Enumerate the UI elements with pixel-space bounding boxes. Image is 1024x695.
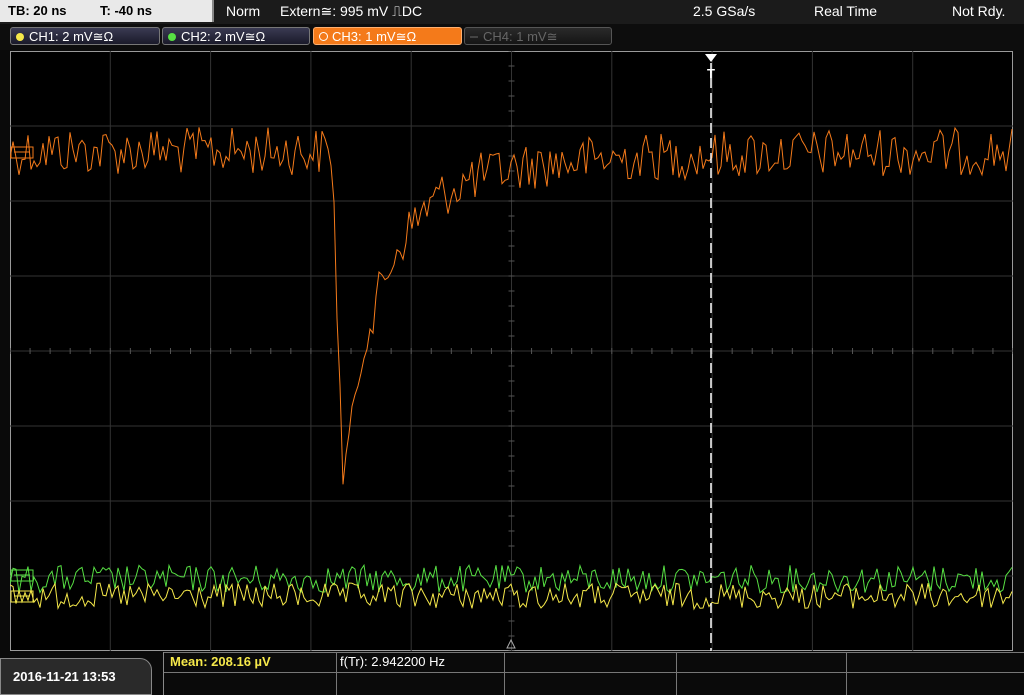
waveform-plot[interactable]: T [10, 51, 1013, 651]
ch4-label: CH4: 1 mV≅ [483, 29, 558, 44]
timebase-label: TB: 20 ns [8, 3, 67, 18]
channel-bar: CH1: 2 mV≅Ω CH2: 2 mV≅Ω CH3: 1 mV≅Ω CH4:… [0, 24, 1024, 50]
ch1-tab[interactable]: CH1: 2 mV≅Ω [10, 27, 160, 45]
ch2-dot-icon [168, 33, 176, 41]
datetime-box: 2016-11-21 13:53 [0, 658, 152, 695]
meas-divider [164, 672, 1024, 673]
meas-divider [336, 652, 337, 695]
ch1-label: CH1: 2 mV≅Ω [29, 29, 114, 44]
ch3-dot-icon [319, 32, 328, 41]
meas-divider [164, 652, 1024, 653]
meas-divider [676, 652, 677, 695]
meas-mean: Mean: 208.16 µV [170, 654, 271, 669]
ch2-label: CH2: 2 mV≅Ω [181, 29, 266, 44]
trigger-time-label: T: -40 ns [100, 3, 153, 18]
ch3-label: CH3: 1 mV≅Ω [332, 29, 417, 44]
timebase-box[interactable]: TB: 20 ns T: -40 ns [0, 0, 214, 22]
ch4-tab[interactable]: CH4: 1 mV≅ [464, 27, 612, 45]
trigger-source[interactable]: Extern≅: 995 mV ⎍DC [280, 0, 422, 22]
ch1-dot-icon [16, 33, 24, 41]
trigger-status: Not Rdy. [952, 3, 1006, 19]
datetime-label: 2016-11-21 13:53 [13, 669, 116, 684]
acquisition-mode[interactable]: Real Time [814, 0, 877, 22]
meas-divider [846, 652, 847, 695]
bottom-bar: 2016-11-21 13:53 Mean: 208.16 µV f(Tr): … [0, 652, 1024, 695]
trigger-mode[interactable]: Norm [226, 0, 260, 22]
sample-rate[interactable]: 2.5 GSa/s [693, 0, 755, 22]
measurement-panel[interactable]: Mean: 208.16 µV f(Tr): 2.942200 Hz [163, 652, 1024, 695]
ch4-dash-icon [470, 36, 478, 38]
ch2-tab[interactable]: CH2: 2 mV≅Ω [162, 27, 310, 45]
meas-frequency: f(Tr): 2.942200 Hz [340, 654, 446, 669]
top-info-bar: TB: 20 ns T: -40 ns Norm Extern≅: 995 mV… [0, 0, 1024, 24]
meas-divider [504, 652, 505, 695]
trigger-arrow-icon [705, 54, 717, 62]
trigger-marker-label: T [707, 66, 715, 81]
ch3-tab[interactable]: CH3: 1 mV≅Ω [313, 27, 462, 45]
